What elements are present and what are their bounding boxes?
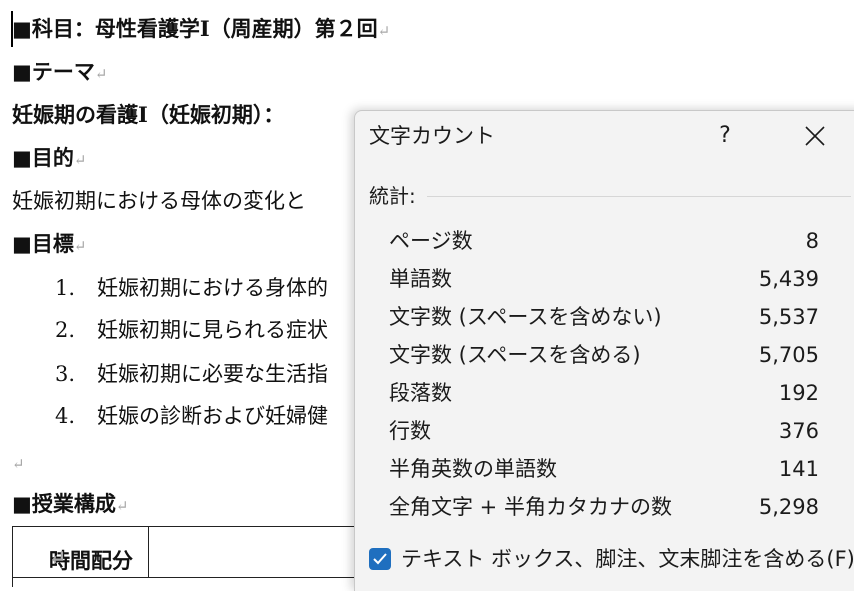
goal-item: 1. 妊娠初期における身体的 [55,273,328,303]
stat-value: 192 [778,381,819,405]
goal-number: 2. [55,318,76,342]
purpose-heading: ■目的↵ [12,143,86,175]
stat-label: 文字数 (スペースを含める) [389,343,641,367]
theme-heading-text: ■テーマ [12,59,95,84]
goal-number: 3. [55,362,76,386]
goal-number: 4. [55,404,76,428]
paragraph-mark: ↵ [73,237,87,255]
class-structure-heading: ■授業構成↵ [12,489,128,521]
paragraph-mark: ↵ [49,545,67,570]
class-structure-text: ■授業構成 [12,491,116,516]
goals-heading: ■目標↵ [12,229,86,261]
paragraph-mark: ↵ [73,151,87,169]
paragraph-mark: ↵ [12,455,25,473]
stat-row-fullwidth-chars: 全角文字 + 半角カタカナの数 5,298 [389,489,819,525]
stat-label: 文字数 (スペースを含めない) [389,305,662,329]
stat-value: 141 [778,457,819,481]
stat-row-chars-with-spaces: 文字数 (スペースを含める) 5,705 [389,337,819,373]
stat-label: 単語数 [389,267,452,291]
stat-row-pages: ページ数 8 [389,223,819,259]
purpose-heading-text: ■目的 [12,145,74,170]
stat-label: 半角英数の単語数 [389,457,557,481]
theme-text-content: 妊娠期の看護Ⅰ（妊娠初期）： [12,102,285,127]
stat-value: 5,298 [758,495,819,519]
goals-heading-text: ■目標 [12,231,74,256]
goal-text: 妊娠初期における身体的 [97,276,328,300]
checkmark-icon [373,553,387,565]
empty-paragraph: ↵ [12,447,25,479]
table-header-cell[interactable]: 時間配分 ↵ [13,527,149,578]
dialog-title: 文字カウント [369,124,495,148]
paragraph-mark: ↵ [94,65,108,83]
schedule-table: 時間配分 ↵ [12,526,379,587]
stat-value: 376 [778,419,819,443]
purpose-text-content: 妊娠初期における母体の変化と [12,189,306,213]
goal-text: 妊娠の診断および妊婦健 [97,404,328,428]
checkbox-label: テキスト ボックス、脚注、文末脚注を含める(F) [401,547,854,571]
purpose-text: 妊娠初期における母体の変化と [12,186,306,216]
stat-value: 5,705 [758,343,819,367]
word-count-dialog: 文字カウント ? 統計: ページ数 8 単語数 5,439 文字数 (スペースを… [354,110,854,591]
goal-text: 妊娠初期に見られる症状 [97,318,328,342]
statistics-label: 統計: [369,184,416,208]
checkbox-checked[interactable] [369,548,391,570]
theme-text: 妊娠期の看護Ⅰ（妊娠初期）： [12,100,284,130]
stat-value: 8 [805,229,819,253]
goal-item: 4. 妊娠の診断および妊婦健 [55,401,328,431]
theme-heading: ■テーマ↵ [12,57,107,89]
stat-row-paragraphs: 段落数 192 [389,375,819,411]
goal-number: 1. [55,276,76,300]
stat-row-lines: 行数 376 [389,413,819,449]
subject-text: ■科目：母性看護学Ⅰ（周産期）第２回 [12,16,378,41]
paragraph-mark: ↵ [115,497,129,515]
close-icon [805,126,825,146]
stat-row-chars-no-spaces: 文字数 (スペースを含めない) 5,537 [389,299,819,335]
table-cell[interactable] [149,527,379,578]
paragraph-mark: ↵ [377,22,391,40]
stat-row-words: 単語数 5,439 [389,261,819,297]
close-button[interactable] [795,119,835,153]
stat-value: 5,439 [758,267,819,291]
section-divider [427,196,851,197]
stat-value: 5,537 [758,305,819,329]
stat-label: 行数 [389,419,431,443]
goal-item: 2. 妊娠初期に見られる症状 [55,315,328,345]
goal-text: 妊娠初期に必要な生活指 [97,362,328,386]
subject-line: ■科目：母性看護学Ⅰ（周産期）第２回↵ [12,14,390,46]
stat-label: 全角文字 + 半角カタカナの数 [389,495,672,519]
stat-label: 段落数 [389,381,452,405]
goal-item: 3. 妊娠初期に必要な生活指 [55,359,328,389]
help-button[interactable]: ? [705,119,745,153]
stat-row-halfwidth-words: 半角英数の単語数 141 [389,451,819,487]
stat-label: ページ数 [389,229,473,253]
